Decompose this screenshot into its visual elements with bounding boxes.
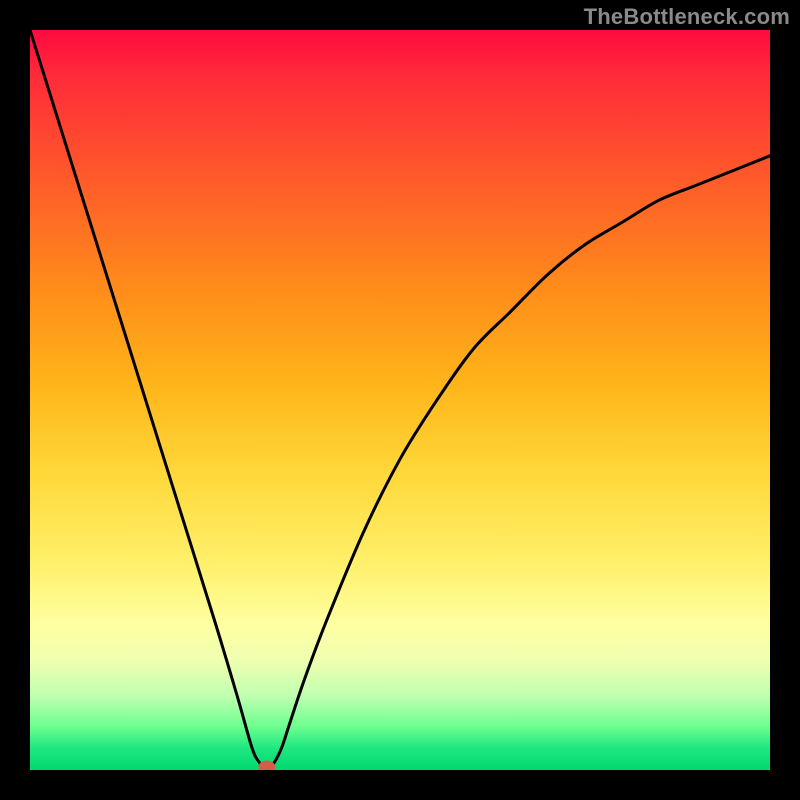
curve-layer bbox=[30, 30, 770, 770]
bottleneck-curve bbox=[30, 30, 770, 770]
chart-frame: TheBottleneck.com bbox=[0, 0, 800, 800]
minimum-point-marker bbox=[259, 761, 275, 770]
plot-area bbox=[30, 30, 770, 770]
watermark-text: TheBottleneck.com bbox=[584, 4, 790, 30]
